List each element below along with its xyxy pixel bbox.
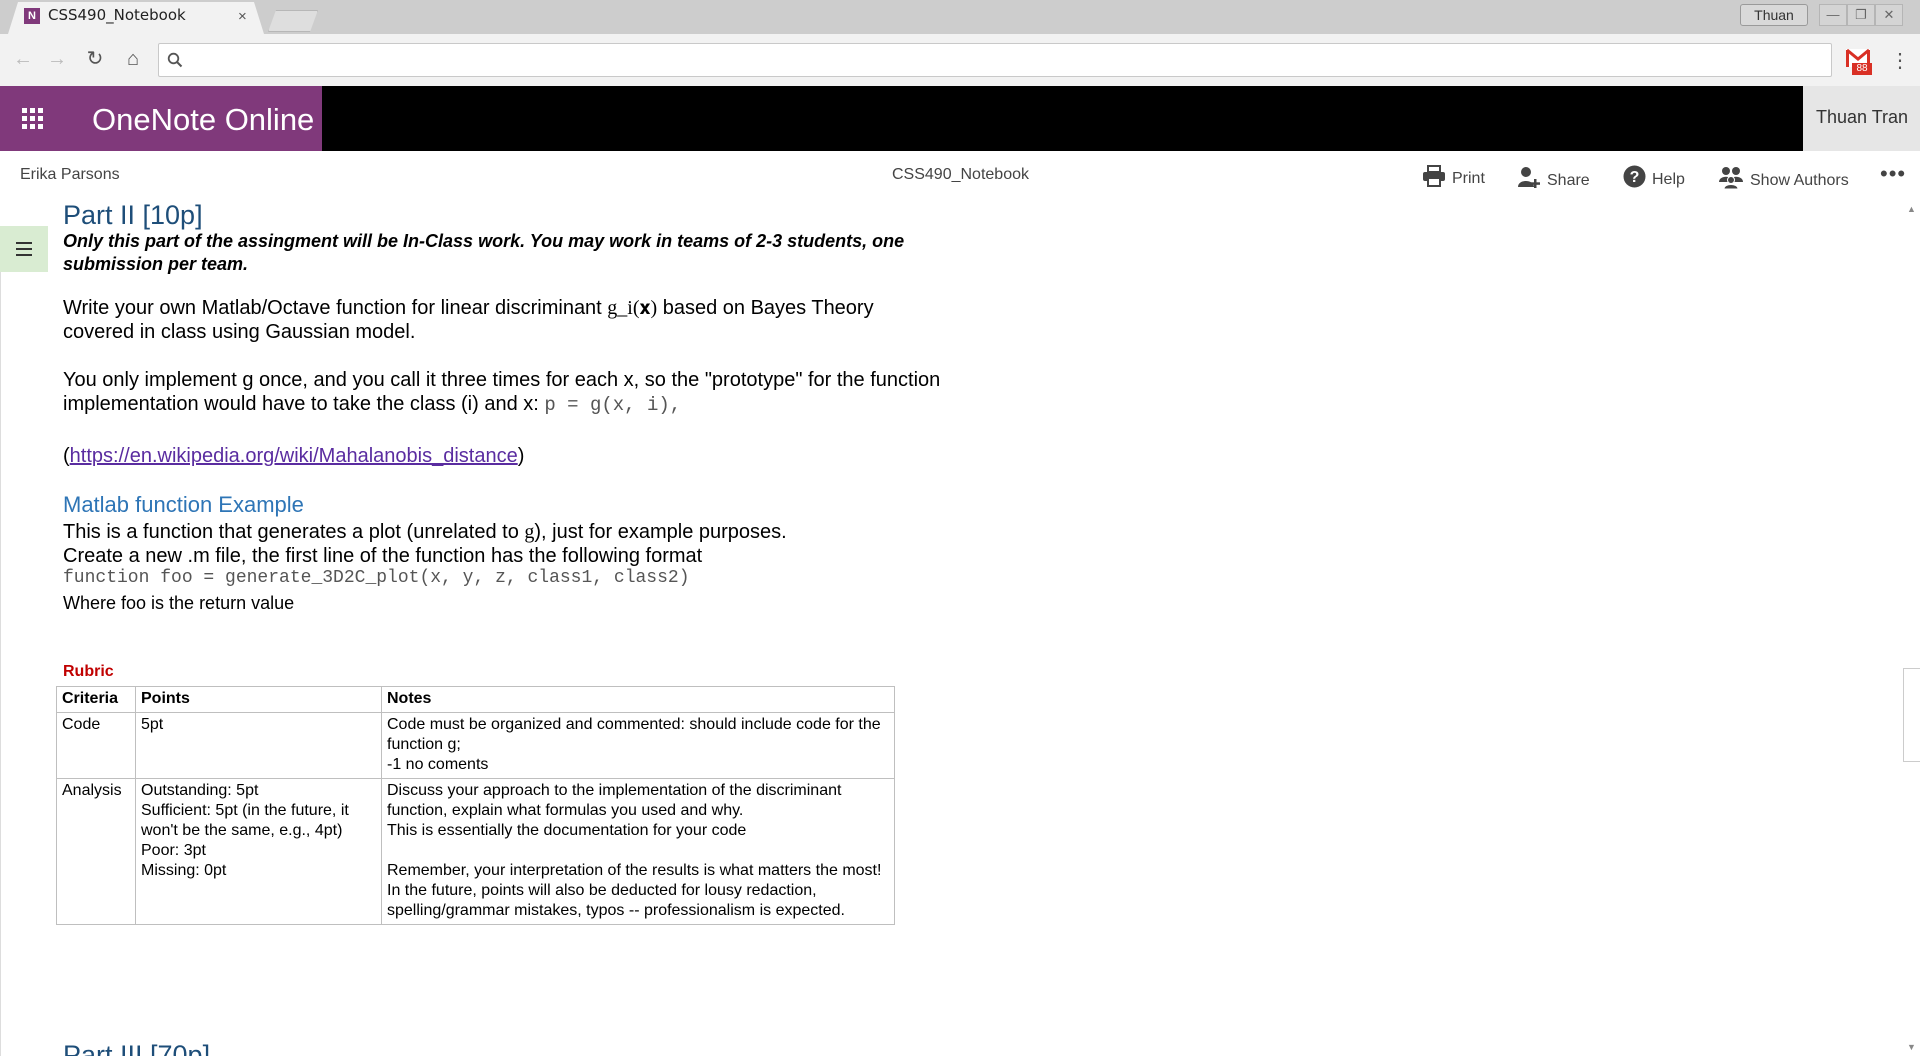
more-options-icon[interactable]: ••• [1880, 161, 1906, 187]
header-notes: Notes [381, 686, 895, 713]
home-icon[interactable]: ⌂ [122, 48, 144, 70]
cell-criteria: Code [56, 712, 136, 779]
gmail-unread-badge: 88 [1852, 63, 1872, 75]
prototype-code: p = g(x, i), [544, 394, 682, 416]
forward-icon[interactable]: → [46, 48, 68, 70]
reload-icon[interactable]: ↻ [84, 48, 106, 70]
browser-tabstrip: N CSS490_Notebook × Thuan — ❐ ✕ [0, 0, 1920, 34]
search-icon [167, 52, 183, 68]
intro-text: Only this part of the assingment will be… [63, 231, 905, 274]
help-label: Help [1652, 171, 1685, 188]
example-line-2: Create a new .m file, the first line of … [63, 545, 703, 567]
paragraph-reference: (https://en.wikipedia.org/wiki/Mahalanob… [63, 445, 525, 467]
tab-close-icon[interactable]: × [238, 8, 247, 25]
rubric-label: Rubric [63, 663, 114, 680]
scroll-up-icon[interactable]: ▲ [1907, 204, 1916, 214]
minimize-icon[interactable]: — [1819, 4, 1847, 26]
new-tab-button[interactable] [268, 10, 318, 32]
page-canvas: Part II [10p] Only this part of the assi… [0, 200, 1920, 1056]
example-code: function foo = generate_3D2C_plot(x, y, … [63, 568, 690, 588]
notebook-owner[interactable]: Erika Parsons [20, 166, 120, 184]
scroll-down-icon[interactable]: ▼ [1907, 1042, 1916, 1052]
cell-points: Outstanding: 5pt Sufficient: 5pt (in the… [135, 778, 382, 925]
cell-points: 5pt [135, 712, 382, 779]
show-authors-button[interactable]: Show Authors [1718, 165, 1849, 190]
rubric-table: Criteria Points Notes Code 5pt Code must… [56, 686, 895, 925]
table-row: Code 5pt Code must be organized and comm… [56, 712, 895, 779]
scroll-thumb[interactable] [1903, 668, 1920, 762]
table-row: Analysis Outstanding: 5pt Sufficient: 5p… [56, 778, 895, 925]
tab-title[interactable]: CSS490_Notebook [48, 6, 228, 28]
navigation-toggle-button[interactable] [0, 226, 48, 272]
app-header: OneNote Online Thuan Tran [0, 86, 1920, 151]
help-icon: ? [1623, 165, 1646, 188]
restore-icon[interactable]: ❐ [1847, 4, 1875, 26]
svg-text:?: ? [1630, 169, 1640, 186]
notebook-title[interactable]: CSS490_Notebook [892, 166, 1029, 184]
print-button[interactable]: Print [1422, 165, 1485, 188]
print-icon [1423, 165, 1445, 187]
back-icon[interactable]: ← [12, 48, 34, 70]
paragraph-discriminant: Write your own Matlab/Octave function fo… [63, 297, 874, 343]
page-divider [0, 272, 1, 1056]
example-heading: Matlab function Example [63, 492, 304, 517]
browser-menu-icon[interactable]: ⋮ [1890, 48, 1910, 73]
app-brand[interactable]: OneNote Online [65, 86, 322, 151]
paragraph-prototype: You only implement g once, and you call … [63, 369, 941, 416]
print-label: Print [1452, 170, 1485, 187]
share-person-icon [1518, 167, 1540, 188]
authors-icon [1719, 167, 1743, 189]
header-criteria: Criteria [56, 686, 136, 713]
command-bar: Erika Parsons CSS490_Notebook Print Shar… [0, 151, 1920, 200]
waffle-icon [22, 108, 43, 129]
account-button[interactable]: Thuan Tran [1803, 86, 1920, 151]
cell-notes: Code must be organized and commented: sh… [381, 712, 895, 779]
show-authors-label: Show Authors [1750, 172, 1849, 189]
share-label: Share [1547, 172, 1590, 189]
browser-toolbar: ← → ↻ ⌂ 88 ⋮ [0, 34, 1920, 87]
app-name: OneNote Online [92, 102, 315, 137]
profile-button[interactable]: Thuan [1740, 4, 1808, 26]
example-line-1: This is a function that generates a plot… [63, 521, 787, 543]
onenote-favicon-icon: N [24, 8, 40, 24]
example-line-4: Where foo is the return value [63, 593, 295, 613]
page-scrollbar[interactable]: ▲ ▼ [1902, 200, 1920, 1056]
share-button[interactable]: Share [1517, 165, 1590, 190]
close-window-icon[interactable]: ✕ [1875, 4, 1903, 26]
header-points: Points [135, 686, 382, 713]
cell-criteria: Analysis [56, 778, 136, 925]
help-button[interactable]: ? Help [1623, 165, 1685, 189]
mahalanobis-link[interactable]: https://en.wikipedia.org/wiki/Mahalanobi… [70, 445, 518, 467]
app-launcher-button[interactable] [0, 86, 65, 151]
next-section-heading: Part III [70p] [63, 1040, 211, 1056]
formula-g-i-x: g_i(𝐱) [607, 297, 658, 319]
address-bar[interactable] [158, 43, 1832, 77]
page-title: Part II [10p] [63, 200, 203, 230]
user-name: Thuan Tran [1816, 107, 1909, 127]
cell-notes: Discuss your approach to the implementat… [381, 778, 895, 925]
table-header-row: Criteria Points Notes [56, 686, 895, 713]
